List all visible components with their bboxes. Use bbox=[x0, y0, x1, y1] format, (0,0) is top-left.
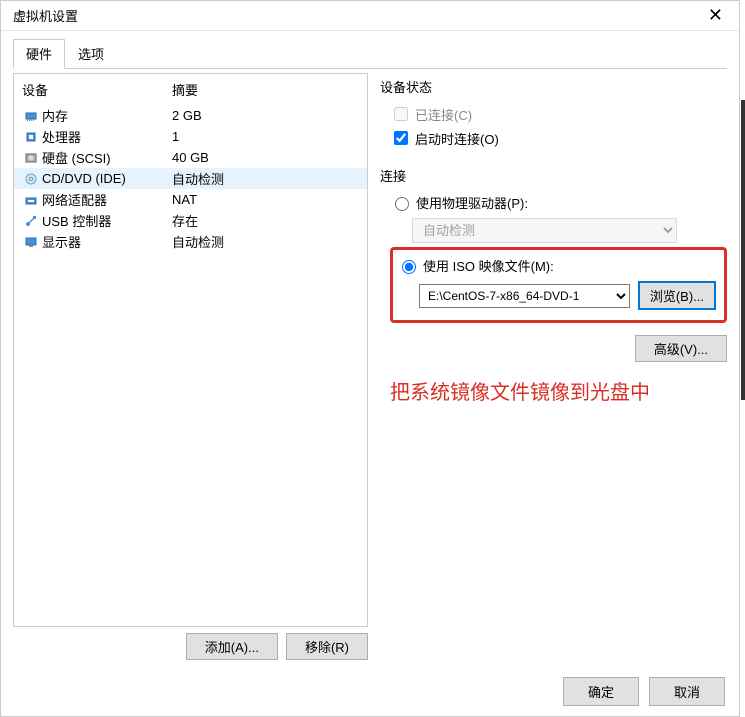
device-name: 显示器 bbox=[40, 232, 172, 251]
device-name: 内存 bbox=[40, 106, 172, 125]
device-row-usb[interactable]: USB 控制器存在 bbox=[14, 210, 367, 231]
tab-hardware[interactable]: 硬件 bbox=[13, 39, 65, 69]
status-section-label: 设备状态 bbox=[380, 77, 727, 96]
device-list-box: 设备 摘要 内存2 GB处理器1硬盘 (SCSI)40 GBCD/DVD (ID… bbox=[13, 73, 368, 627]
physical-label: 使用物理驱动器(P): bbox=[416, 193, 528, 212]
connected-checkbox-row[interactable]: 已连接(C) bbox=[390, 104, 727, 124]
iso-label: 使用 ISO 映像文件(M): bbox=[423, 256, 554, 275]
titlebar: 虚拟机设置 ✕ bbox=[1, 1, 739, 31]
device-summary: 40 GB bbox=[172, 150, 359, 165]
device-row-cddvd[interactable]: CD/DVD (IDE)自动检测 bbox=[14, 168, 367, 189]
iso-input-row: E:\CentOS-7-x86_64-DVD-1 浏览(B)... bbox=[419, 281, 716, 310]
connection-group: 使用物理驱动器(P): 自动检测 使用 ISO 映像文件(M): E:\Cent… bbox=[390, 193, 727, 405]
connect-power-checkbox-row[interactable]: 启动时连接(O) bbox=[390, 128, 727, 148]
device-summary: 存在 bbox=[172, 211, 359, 230]
cancel-button[interactable]: 取消 bbox=[649, 677, 725, 706]
disk-icon bbox=[22, 151, 40, 165]
advanced-button-wrap: 高级(V)... bbox=[390, 335, 727, 362]
cddvd-icon bbox=[22, 172, 40, 186]
connection-section-label: 连接 bbox=[380, 166, 727, 185]
column-device: 设备 bbox=[22, 80, 172, 99]
connect-power-label: 启动时连接(O) bbox=[415, 129, 499, 148]
device-name: 处理器 bbox=[40, 127, 172, 146]
footer-buttons: 确定 取消 bbox=[563, 677, 725, 706]
ok-button[interactable]: 确定 bbox=[563, 677, 639, 706]
net-icon bbox=[22, 193, 40, 207]
device-row-cpu[interactable]: 处理器1 bbox=[14, 126, 367, 147]
device-summary: NAT bbox=[172, 192, 359, 207]
physical-radio[interactable] bbox=[395, 197, 409, 211]
device-header: 设备 摘要 bbox=[14, 74, 367, 105]
device-row-disk[interactable]: 硬盘 (SCSI)40 GB bbox=[14, 147, 367, 168]
device-summary: 2 GB bbox=[172, 108, 359, 123]
connected-checkbox bbox=[394, 107, 408, 121]
physical-radio-row[interactable]: 使用物理驱动器(P): bbox=[390, 193, 727, 212]
memory-icon bbox=[22, 109, 40, 123]
main-panel: 设备 摘要 内存2 GB处理器1硬盘 (SCSI)40 GBCD/DVD (ID… bbox=[13, 73, 727, 660]
device-summary: 自动检测 bbox=[172, 232, 359, 251]
status-group: 已连接(C) 启动时连接(O) bbox=[390, 104, 727, 148]
left-buttons: 添加(A)... 移除(R) bbox=[13, 633, 368, 660]
iso-radio-row[interactable]: 使用 ISO 映像文件(M): bbox=[397, 256, 716, 275]
annotation-text: 把系统镜像文件镜像到光盘中 bbox=[390, 376, 727, 405]
device-row-display[interactable]: 显示器自动检测 bbox=[14, 231, 367, 252]
vm-settings-window: 虚拟机设置 ✕ 硬件 选项 设备 摘要 内存2 GB处理器1硬盘 (SCSI)4… bbox=[0, 0, 740, 717]
close-button[interactable]: ✕ bbox=[700, 5, 731, 26]
connected-label: 已连接(C) bbox=[415, 105, 472, 124]
column-summary: 摘要 bbox=[172, 80, 198, 99]
display-icon bbox=[22, 235, 40, 249]
device-name: CD/DVD (IDE) bbox=[40, 171, 172, 186]
usb-icon bbox=[22, 214, 40, 228]
physical-drive-combo: 自动检测 bbox=[412, 218, 677, 243]
device-name: 网络适配器 bbox=[40, 190, 172, 209]
background-edge bbox=[741, 100, 745, 400]
add-button[interactable]: 添加(A)... bbox=[186, 633, 278, 660]
cpu-icon bbox=[22, 130, 40, 144]
remove-button[interactable]: 移除(R) bbox=[286, 633, 368, 660]
connect-power-checkbox[interactable] bbox=[394, 131, 408, 145]
device-row-net[interactable]: 网络适配器NAT bbox=[14, 189, 367, 210]
device-summary: 1 bbox=[172, 129, 359, 144]
window-title: 虚拟机设置 bbox=[13, 6, 78, 25]
device-name: 硬盘 (SCSI) bbox=[40, 148, 172, 167]
browse-button[interactable]: 浏览(B)... bbox=[638, 281, 716, 310]
device-name: USB 控制器 bbox=[40, 211, 172, 230]
device-list: 内存2 GB处理器1硬盘 (SCSI)40 GBCD/DVD (IDE)自动检测… bbox=[14, 105, 367, 252]
iso-radio[interactable] bbox=[402, 260, 416, 274]
device-row-memory[interactable]: 内存2 GB bbox=[14, 105, 367, 126]
tab-options[interactable]: 选项 bbox=[65, 39, 117, 68]
tab-bar: 硬件 选项 bbox=[13, 39, 727, 69]
advanced-button[interactable]: 高级(V)... bbox=[635, 335, 727, 362]
right-column: 设备状态 已连接(C) 启动时连接(O) 连接 使用物理驱动器(P) bbox=[380, 73, 727, 660]
device-summary: 自动检测 bbox=[172, 169, 359, 188]
content-area: 硬件 选项 设备 摘要 内存2 GB处理器1硬盘 (SCSI)40 GBCD/D… bbox=[1, 31, 739, 668]
left-column: 设备 摘要 内存2 GB处理器1硬盘 (SCSI)40 GBCD/DVD (ID… bbox=[13, 73, 368, 660]
iso-highlight-box: 使用 ISO 映像文件(M): E:\CentOS-7-x86_64-DVD-1… bbox=[390, 247, 727, 323]
iso-path-combo[interactable]: E:\CentOS-7-x86_64-DVD-1 bbox=[419, 284, 630, 308]
